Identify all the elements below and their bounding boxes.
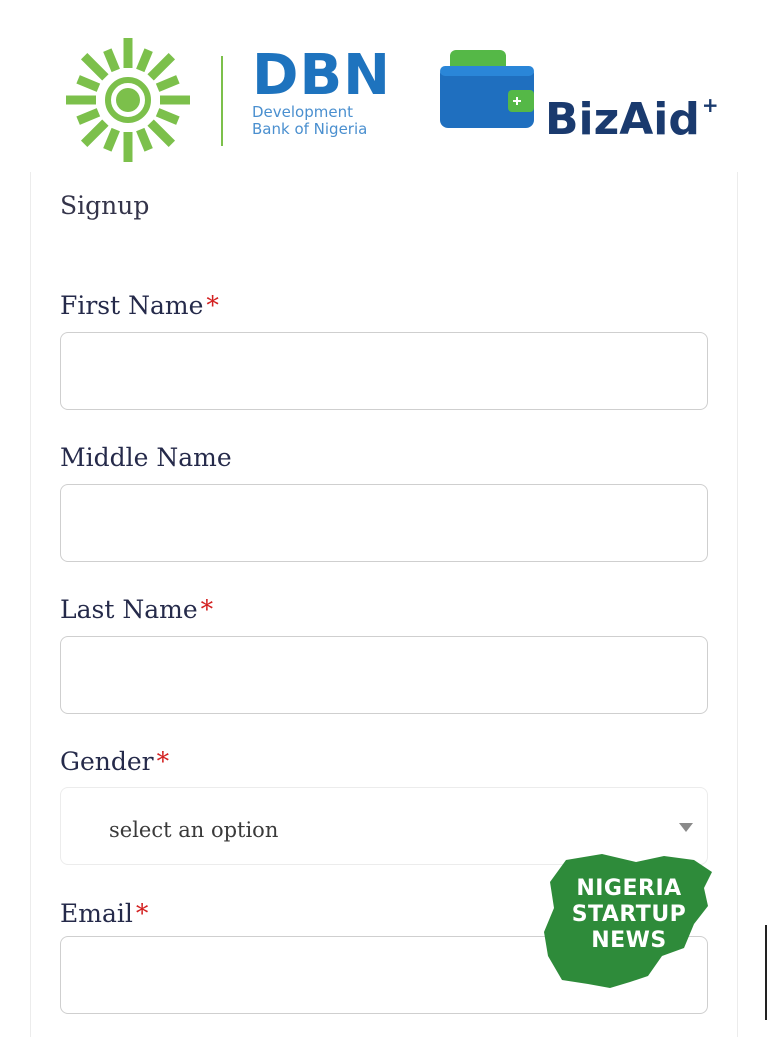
sun-ray (155, 75, 180, 92)
required-star: * (200, 595, 214, 624)
watermark-line1: NIGERIA (576, 876, 682, 901)
required-star: * (156, 747, 170, 776)
header-divider (221, 56, 223, 146)
sun-ray (103, 48, 120, 73)
dbn-sun-logo-icon (66, 38, 190, 162)
sun-ray (136, 48, 153, 73)
sun-ray (155, 108, 180, 125)
sun-ray (147, 52, 176, 81)
gender-select-value: select an option (109, 818, 279, 842)
middle-name-label-text: Middle Name (60, 443, 232, 472)
watermark-line2: STARTUP (571, 902, 687, 927)
bizaid-wordmark: BizAid + (545, 80, 719, 145)
header-logos: DBN Development Bank of Nigeria BizAid + (0, 0, 768, 172)
bizaid-plus: + (701, 93, 719, 117)
sun-ray (80, 52, 109, 81)
last-name-label-text: Last Name (60, 595, 198, 624)
sun-ray (76, 75, 101, 92)
sun-ray (147, 119, 176, 148)
dbn-subtitle-line2: Bank of Nigeria (252, 120, 368, 138)
last-name-input[interactable] (60, 636, 708, 714)
watermark-text: NIGERIA STARTUP NEWS (544, 876, 714, 954)
watermark-line3: NEWS (591, 928, 667, 953)
last-name-label: Last Name * (60, 593, 213, 627)
first-name-label: First Name * (60, 289, 219, 323)
sun-ray (103, 127, 120, 152)
dbn-title: DBN (252, 43, 392, 108)
form-heading: Signup (60, 191, 150, 220)
nigeria-startup-news-watermark: NIGERIA STARTUP NEWS (544, 852, 714, 990)
sun-ray (80, 119, 109, 148)
dbn-logo: DBN Development Bank of Nigeria (252, 48, 392, 148)
middle-name-label: Middle Name (60, 441, 232, 475)
sun-ray (76, 108, 101, 125)
required-star: * (135, 899, 149, 928)
first-name-label-text: First Name (60, 291, 204, 320)
gender-label: Gender * (60, 745, 169, 779)
email-label-text: Email (60, 899, 133, 928)
bizaid-wallet-icon (440, 50, 534, 128)
email-label: Email * (60, 897, 148, 931)
middle-name-input[interactable] (60, 484, 708, 562)
first-name-input[interactable] (60, 332, 708, 410)
sun-ray (136, 127, 153, 152)
gender-label-text: Gender (60, 747, 154, 776)
caret-down-icon (679, 823, 693, 832)
required-star: * (206, 291, 219, 320)
bizaid-name: BizAid (545, 94, 700, 145)
edge-divider (765, 925, 767, 1020)
